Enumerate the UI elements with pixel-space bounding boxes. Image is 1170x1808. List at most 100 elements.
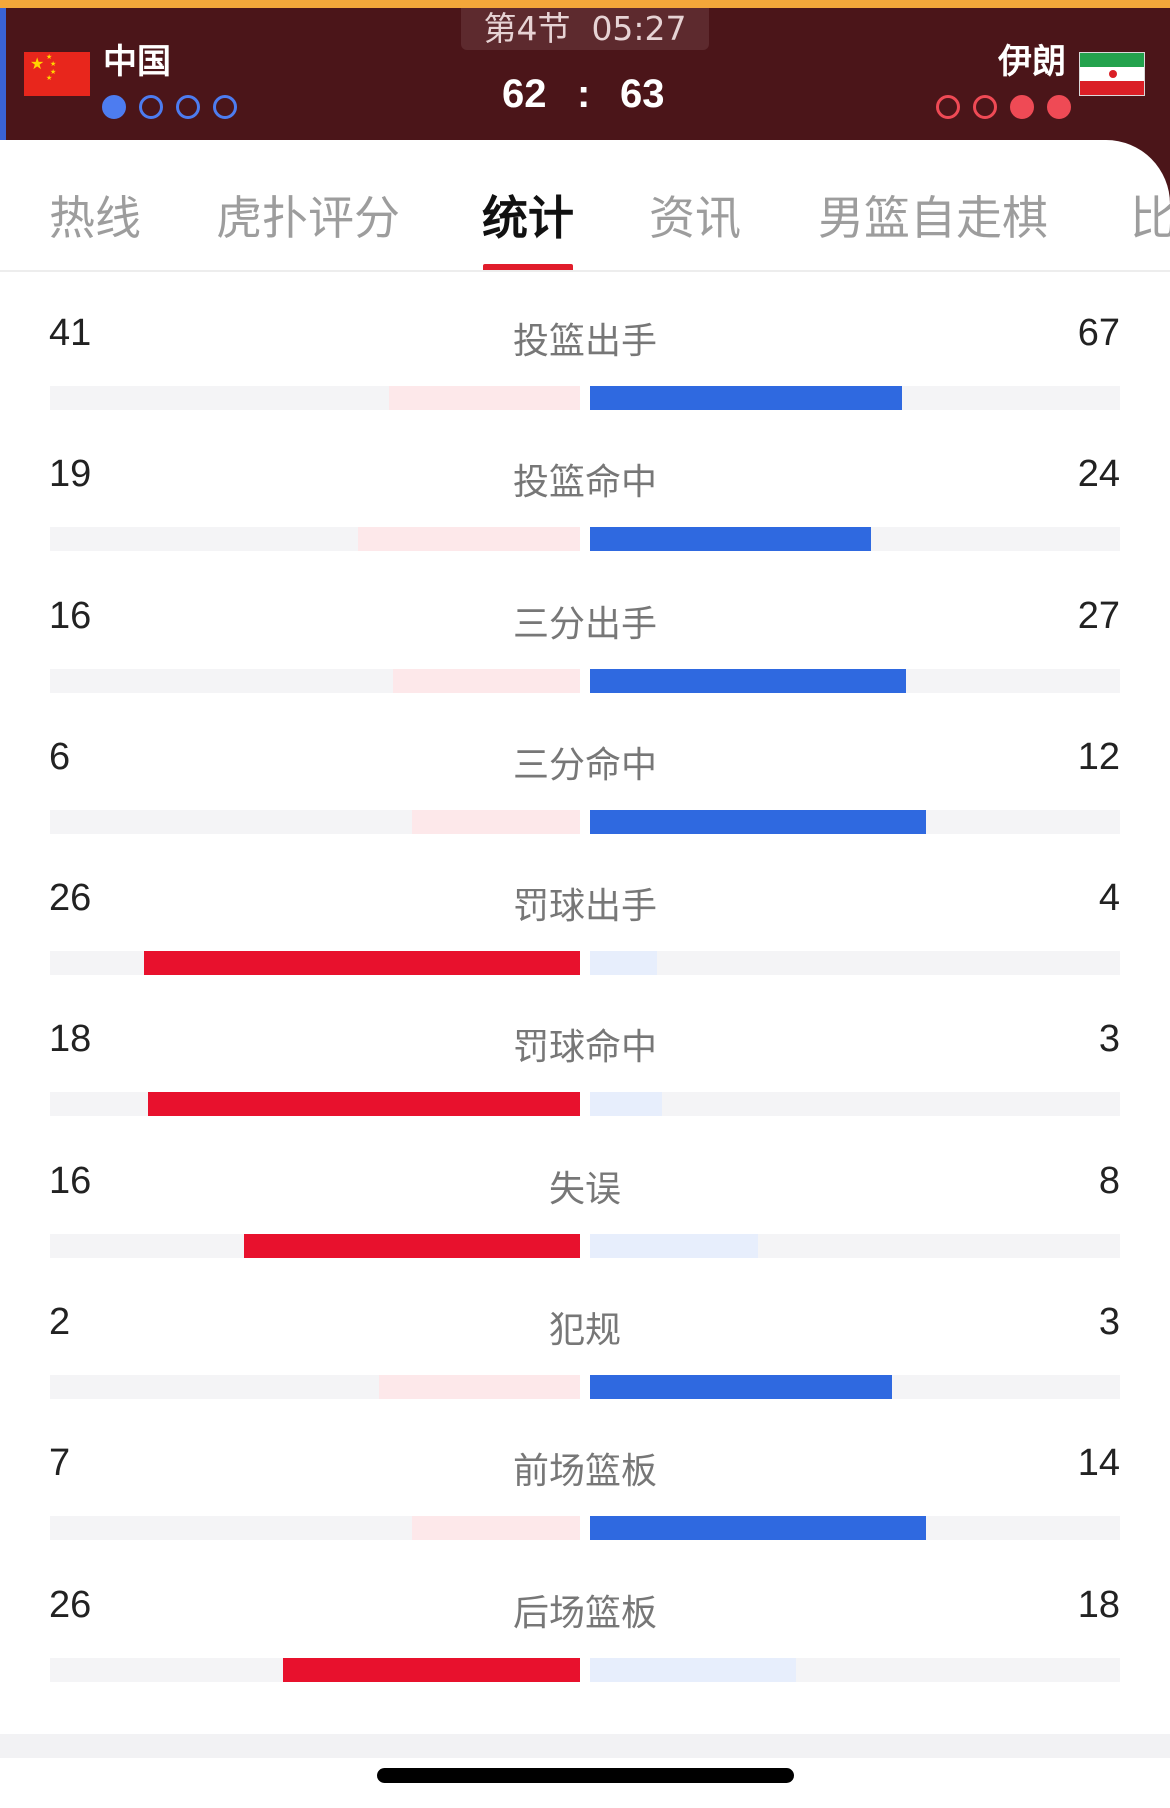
- stat-row: 18 罚球命中 3: [0, 980, 1170, 1121]
- home-stat-bar: [357, 527, 580, 552]
- away-timeout-dot: [1047, 95, 1071, 119]
- away-stat-value: 27: [1077, 594, 1120, 637]
- away-stat-value: 4: [1098, 877, 1120, 920]
- active-tab-indicator: [483, 264, 573, 270]
- home-stat-bar: [244, 1233, 580, 1258]
- away-timeout-dot: [936, 95, 960, 119]
- away-stat-value: 24: [1077, 453, 1120, 496]
- section-divider: [0, 1734, 1170, 1758]
- score-separator: :: [577, 72, 591, 116]
- home-stat-bar-track: [50, 668, 580, 693]
- home-stat-bar-track: [50, 1516, 580, 1541]
- tab-more[interactable]: 比: [1130, 182, 1170, 248]
- away-timeout-dot: [1010, 95, 1034, 119]
- away-stat-bar: [590, 668, 907, 693]
- away-stat-bar-track: [590, 1657, 1120, 1682]
- home-stat-bar: [388, 386, 580, 410]
- home-stat-bar-track: [50, 1657, 580, 1682]
- away-stat-bar-track: [590, 527, 1120, 552]
- stat-label: 罚球出手: [512, 886, 657, 928]
- stat-row: 41 投篮出手 67: [0, 274, 1170, 415]
- away-stat-bar: [590, 386, 903, 410]
- home-stat-bar: [392, 668, 580, 693]
- stat-label: 前场篮板: [512, 1451, 657, 1493]
- status-strip: [0, 0, 1170, 8]
- away-stat-bar-track: [590, 386, 1120, 410]
- iran-flag-icon: [1079, 52, 1145, 96]
- header-accent-bar: [0, 8, 6, 140]
- stat-label: 三分出手: [512, 603, 657, 645]
- tab-hotline[interactable]: 热线: [49, 182, 141, 248]
- stat-row: 16 三分出手 27: [0, 557, 1170, 698]
- away-stat-bar: [590, 1092, 662, 1117]
- home-stat-bar-track: [50, 951, 580, 976]
- away-stat-bar: [590, 809, 926, 834]
- away-stat-value: 67: [1077, 312, 1120, 354]
- home-stat-bar-track: [50, 1375, 580, 1400]
- stat-row: 26 后场篮板 18: [0, 1546, 1170, 1687]
- stat-row: 6 三分命中 12: [0, 698, 1170, 839]
- stat-label: 后场篮板: [512, 1592, 657, 1634]
- away-stat-bar: [590, 1657, 796, 1682]
- stat-row: 7 前场篮板 14: [0, 1404, 1170, 1545]
- away-stat-bar-track: [590, 1375, 1120, 1400]
- home-timeouts: [102, 95, 237, 119]
- away-timeout-dot: [973, 95, 997, 119]
- stat-label: 三分命中: [512, 744, 657, 786]
- team-stats-list: 41 投篮出手 67 19 投篮命中 24 16 三分出手 27 6 三分命中 12 26 罚球出手 4 18…: [0, 274, 1170, 1687]
- away-stat-bar: [590, 527, 871, 552]
- stat-label: 投篮命中: [512, 462, 657, 504]
- away-timeouts: [936, 95, 1071, 119]
- game-clock: 第4节 05:27: [461, 8, 709, 50]
- away-stat-bar: [590, 1516, 926, 1541]
- away-stat-value: 18: [1077, 1583, 1120, 1626]
- away-stat-value: 3: [1098, 1301, 1120, 1344]
- home-team-name[interactable]: 中国: [103, 34, 171, 83]
- away-team-name[interactable]: 伊朗: [998, 34, 1066, 83]
- home-stat-bar-track: [50, 386, 580, 410]
- stat-label: 罚球命中: [512, 1027, 657, 1069]
- away-stat-bar: [590, 951, 658, 976]
- stat-label: 投篮出手: [512, 321, 657, 362]
- home-stat-bar-track: [50, 1092, 580, 1117]
- away-stat-bar: [590, 1375, 893, 1400]
- tab-news[interactable]: 资讯: [649, 182, 741, 248]
- period-label: 第4节: [483, 9, 571, 48]
- home-stat-bar: [282, 1657, 580, 1682]
- home-stat-bar-track: [50, 1233, 580, 1258]
- tab-autochess[interactable]: 男篮自走棋: [818, 182, 1048, 248]
- away-stat-bar-track: [590, 1516, 1120, 1541]
- tab-ratings[interactable]: 虎扑评分: [216, 182, 400, 248]
- home-stat-bar-track: [50, 527, 580, 552]
- home-stat-bar: [412, 809, 580, 834]
- away-stat-bar-track: [590, 668, 1120, 693]
- away-stat-bar-track: [590, 1233, 1120, 1258]
- away-stat-bar-track: [590, 1092, 1120, 1117]
- home-score: 62: [502, 72, 547, 116]
- clock-label: 05:27: [591, 9, 687, 48]
- tab-bar: 热线 虎扑评分 统计 资讯 男篮自走棋 比: [0, 140, 1170, 272]
- stat-label: 犯规: [548, 1310, 621, 1352]
- home-timeout-dot: [102, 95, 126, 119]
- away-stat-value: 3: [1098, 1018, 1120, 1061]
- stat-row: 16 失误 8: [0, 1122, 1170, 1263]
- away-stat-bar: [590, 1233, 758, 1258]
- home-timeout-dot: [176, 95, 200, 119]
- home-indicator[interactable]: [377, 1768, 794, 1783]
- away-stat-value: 8: [1098, 1159, 1120, 1202]
- stat-label: 失误: [548, 1168, 621, 1210]
- home-stat-bar: [143, 951, 580, 976]
- home-stat-bar-track: [50, 809, 580, 834]
- away-stat-bar-track: [590, 809, 1120, 834]
- china-flag-icon: ★ ★ ★ ★ ★: [24, 52, 90, 96]
- away-score: 63: [620, 72, 665, 116]
- tab-stats[interactable]: 统计: [482, 182, 574, 248]
- away-stat-value: 12: [1077, 735, 1120, 778]
- stat-row: 26 罚球出手 4: [0, 839, 1170, 980]
- away-stat-value: 14: [1077, 1442, 1120, 1485]
- home-stat-bar: [412, 1516, 580, 1541]
- away-stat-bar-track: [590, 951, 1120, 976]
- stat-row: 2 犯规 3: [0, 1263, 1170, 1404]
- home-timeout-dot: [213, 95, 237, 119]
- home-timeout-dot: [139, 95, 163, 119]
